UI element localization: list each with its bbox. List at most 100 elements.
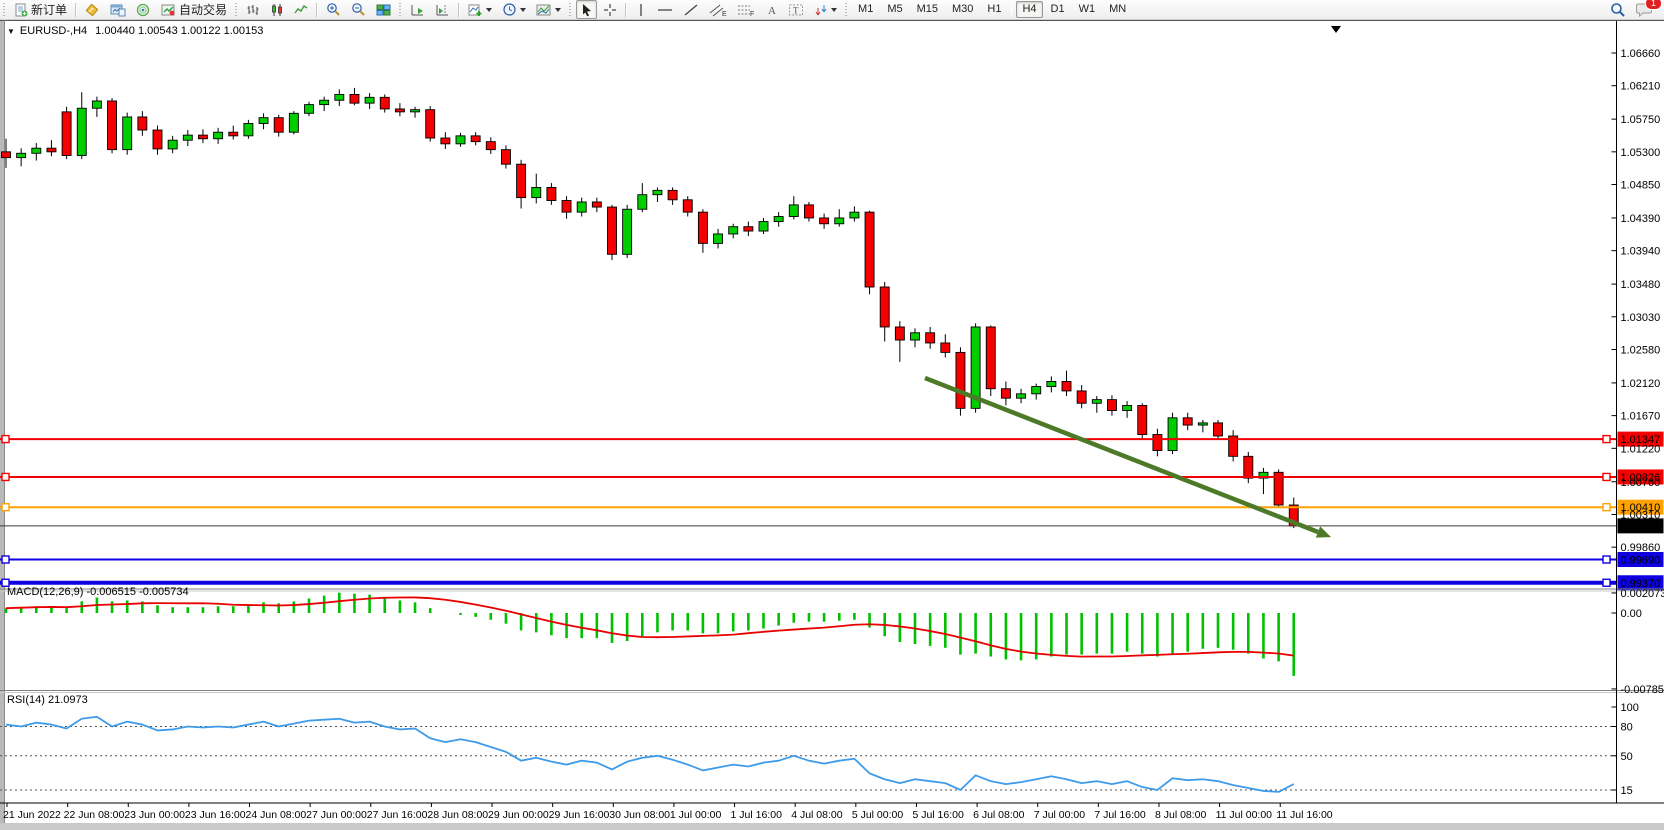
time-tick-label: 8 Jul 08:00 bbox=[1155, 809, 1207, 821]
vertical-line-icon bbox=[635, 3, 647, 17]
market-watch-button[interactable] bbox=[81, 0, 104, 19]
toolbar-grip[interactable] bbox=[568, 3, 573, 17]
vertical-line-tool-button[interactable] bbox=[631, 0, 651, 19]
collapse-ohlc-toggle[interactable]: ▼ bbox=[7, 27, 15, 36]
candle-body bbox=[1077, 391, 1086, 403]
notifications-button[interactable]: 1 bbox=[1632, 0, 1657, 19]
price-tick-label: 1.01220 bbox=[1621, 443, 1661, 455]
horizontal-line-icon bbox=[657, 3, 673, 17]
hline-handle[interactable] bbox=[2, 436, 9, 443]
timeframe-M30[interactable]: M30 bbox=[946, 1, 979, 18]
chart-canvas[interactable]: 1.013471.008261.004100.996900.993701.001… bbox=[0, 20, 1664, 830]
text-tool-button[interactable]: A bbox=[761, 0, 782, 19]
equidistant-channel-icon: E bbox=[709, 3, 727, 17]
auto-scroll-button[interactable] bbox=[406, 0, 429, 19]
toolbar-grip[interactable] bbox=[844, 3, 849, 17]
price-tick-label: 1.02120 bbox=[1621, 378, 1661, 390]
chart-symbol-period: EURUSD-,H4 bbox=[20, 25, 87, 37]
candle-body bbox=[986, 327, 995, 389]
autotrading-button[interactable]: 自动交易 bbox=[157, 0, 231, 19]
cursor-tool-button[interactable] bbox=[576, 0, 597, 19]
bar-chart-icon bbox=[246, 3, 260, 17]
hline-handle[interactable] bbox=[1603, 436, 1610, 443]
zoom-in-button[interactable] bbox=[322, 0, 345, 19]
search-button[interactable] bbox=[1606, 0, 1630, 19]
toolbar-grip[interactable] bbox=[2, 3, 7, 17]
candle-body bbox=[835, 218, 844, 224]
candle-body bbox=[1107, 400, 1116, 411]
dropdown-arrow-icon bbox=[486, 8, 492, 12]
toolbar-separator bbox=[625, 3, 627, 17]
channel-tool-button[interactable]: E bbox=[705, 0, 731, 19]
chart-window-icon bbox=[110, 3, 126, 17]
time-tick-label: 6 Jul 08:00 bbox=[973, 809, 1025, 821]
chart-ohlc-values: 1.00440 1.00543 1.00122 1.00153 bbox=[95, 25, 263, 37]
horizontal-line-tool-button[interactable] bbox=[653, 0, 677, 19]
indicators-button[interactable] bbox=[464, 0, 496, 19]
timeframe-W1[interactable]: W1 bbox=[1073, 1, 1102, 18]
rsi-level-label: 50 bbox=[1621, 751, 1633, 763]
price-tick-label: 1.06660 bbox=[1621, 48, 1661, 60]
toolbar-separator bbox=[458, 3, 460, 17]
price-tick-label: 1.03480 bbox=[1621, 279, 1661, 291]
timeframe-M1[interactable]: M1 bbox=[852, 1, 879, 18]
macd-axis-label: -0.007853 bbox=[1621, 684, 1664, 696]
toolbar-separator bbox=[75, 3, 77, 17]
svg-text:F: F bbox=[750, 11, 754, 17]
templates-button[interactable] bbox=[532, 0, 565, 19]
signal-icon bbox=[136, 3, 151, 17]
zoom-out-button[interactable] bbox=[347, 0, 370, 19]
tile-windows-button[interactable] bbox=[372, 0, 395, 19]
candle-body bbox=[62, 112, 71, 156]
search-icon bbox=[1610, 2, 1626, 18]
candle-body bbox=[1092, 400, 1101, 404]
candle-body bbox=[668, 190, 677, 199]
hline-handle[interactable] bbox=[1603, 579, 1610, 586]
time-tick-label: 7 Jul 00:00 bbox=[1034, 809, 1086, 821]
trendline-tool-button[interactable] bbox=[679, 0, 703, 19]
price-tick-label: 1.02580 bbox=[1621, 344, 1661, 356]
timeframe-H1[interactable]: H1 bbox=[981, 1, 1007, 18]
candle-body bbox=[941, 343, 950, 352]
time-tick-label: 1 Jul 00:00 bbox=[670, 809, 722, 821]
hline-handle[interactable] bbox=[1603, 556, 1610, 563]
candle-body bbox=[850, 212, 859, 218]
charts-list-button[interactable] bbox=[106, 0, 130, 19]
candle-body bbox=[1032, 387, 1041, 394]
timeframe-M5[interactable]: M5 bbox=[881, 1, 908, 18]
time-tick-label: 5 Jul 16:00 bbox=[912, 809, 964, 821]
time-tick-label: 27 Jun 00:00 bbox=[306, 809, 367, 821]
candle-body bbox=[244, 123, 253, 135]
timeframe-M15[interactable]: M15 bbox=[911, 1, 944, 18]
new-order-button[interactable]: 新订单 bbox=[10, 0, 71, 19]
toolbar-grip[interactable] bbox=[234, 3, 239, 17]
candle-body bbox=[592, 202, 601, 207]
timeframe-H4[interactable]: H4 bbox=[1016, 1, 1042, 18]
candle-body bbox=[350, 94, 359, 103]
candle-body bbox=[77, 108, 86, 155]
toolbar-grip[interactable] bbox=[398, 3, 403, 17]
fibonacci-tool-button[interactable]: F bbox=[733, 0, 759, 19]
hline-handle[interactable] bbox=[1603, 504, 1610, 511]
periods-button[interactable] bbox=[498, 0, 530, 19]
candle-body bbox=[108, 101, 117, 150]
notification-badge: 1 bbox=[1645, 0, 1662, 10]
hline-handle[interactable] bbox=[2, 556, 9, 563]
timeframe-D1[interactable]: D1 bbox=[1045, 1, 1071, 18]
text-label-tool-button[interactable]: T bbox=[784, 0, 808, 19]
arrow-objects-icon bbox=[814, 3, 828, 17]
chart-shift-button[interactable] bbox=[431, 0, 454, 19]
candle-body bbox=[123, 117, 132, 150]
hline-handle[interactable] bbox=[1603, 473, 1610, 480]
hline-handle[interactable] bbox=[2, 504, 9, 511]
timeframe-MN[interactable]: MN bbox=[1103, 1, 1132, 18]
macd-axis-label: 0.00 bbox=[1621, 608, 1642, 620]
bar-chart-mode-button[interactable] bbox=[242, 0, 264, 19]
signals-button[interactable] bbox=[132, 0, 155, 19]
arrows-tool-button[interactable] bbox=[810, 0, 841, 19]
price-tick-label: 1.00760 bbox=[1621, 477, 1661, 489]
line-chart-mode-button[interactable] bbox=[290, 0, 312, 19]
hline-handle[interactable] bbox=[2, 473, 9, 480]
candlestick-mode-button[interactable] bbox=[266, 0, 288, 19]
crosshair-tool-button[interactable] bbox=[599, 0, 621, 19]
